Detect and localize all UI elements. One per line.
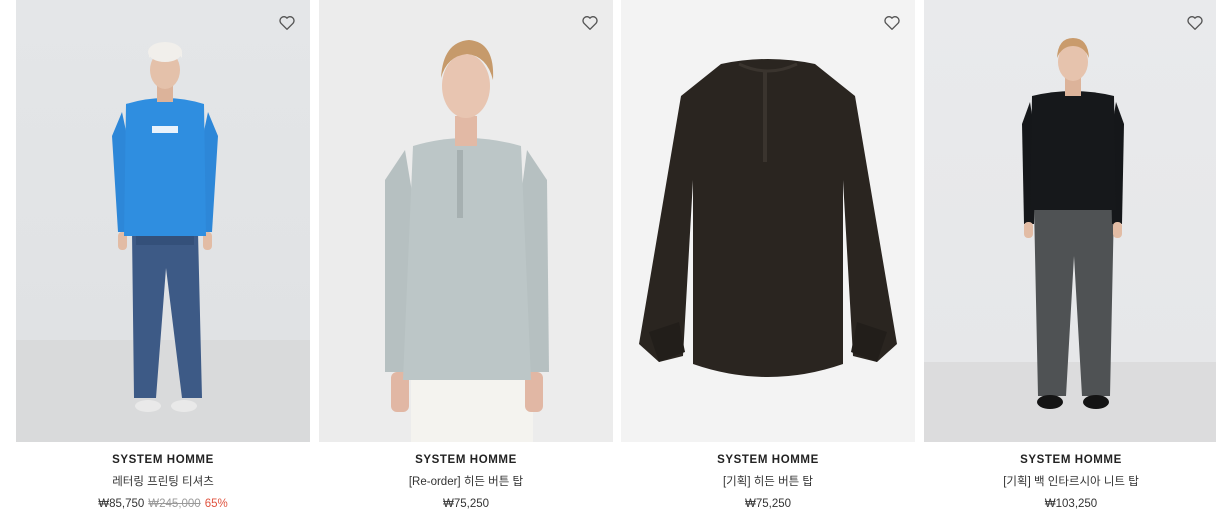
- product-image[interactable]: [924, 0, 1216, 442]
- product-image[interactable]: [319, 0, 613, 442]
- sale-price: ₩75,250: [442, 498, 490, 510]
- product-name[interactable]: [Re-order] 히든 버튼 탑: [319, 473, 613, 489]
- product-image[interactable]: [621, 0, 915, 442]
- product-card[interactable]: SYSTEM HOMME [Re-order] 히든 버튼 탑 ₩75,250: [319, 0, 613, 518]
- heart-icon[interactable]: [278, 14, 296, 32]
- heart-icon[interactable]: [1186, 14, 1204, 32]
- product-card[interactable]: SYSTEM HOMME 레터링 프린팅 티셔츠 ₩85,750 ₩245,000…: [16, 0, 310, 518]
- sale-price: ₩85,750: [98, 498, 145, 510]
- product-price-row: ₩85,750 ₩245,000 65%: [16, 498, 310, 510]
- product-brand[interactable]: SYSTEM HOMME: [319, 454, 613, 466]
- product-price-row: ₩75,250: [621, 498, 915, 510]
- product-price-row: ₩103,250: [924, 498, 1216, 510]
- product-name[interactable]: [기획] 백 인타르시아 니트 탑: [924, 473, 1216, 489]
- product-brand[interactable]: SYSTEM HOMME: [16, 454, 310, 466]
- sale-price: ₩103,250: [1044, 498, 1098, 510]
- heart-icon[interactable]: [883, 14, 901, 32]
- heart-icon[interactable]: [581, 14, 599, 32]
- original-price: ₩245,000: [148, 498, 201, 510]
- product-grid: SYSTEM HOMME 레터링 프린팅 티셔츠 ₩85,750 ₩245,000…: [0, 0, 1216, 518]
- product-price-row: ₩75,250: [319, 498, 613, 510]
- product-brand[interactable]: SYSTEM HOMME: [621, 454, 915, 466]
- product-name[interactable]: [기획] 히든 버튼 탑: [621, 473, 915, 489]
- product-card[interactable]: SYSTEM HOMME [기획] 백 인타르시아 니트 탑 ₩103,250: [924, 0, 1216, 518]
- product-image[interactable]: [16, 0, 310, 442]
- sale-price: ₩75,250: [744, 498, 792, 510]
- product-name[interactable]: 레터링 프린팅 티셔츠: [16, 473, 310, 489]
- product-card[interactable]: SYSTEM HOMME [기획] 히든 버튼 탑 ₩75,250: [621, 0, 915, 518]
- product-brand[interactable]: SYSTEM HOMME: [924, 454, 1216, 466]
- discount-rate: 65%: [204, 498, 228, 510]
